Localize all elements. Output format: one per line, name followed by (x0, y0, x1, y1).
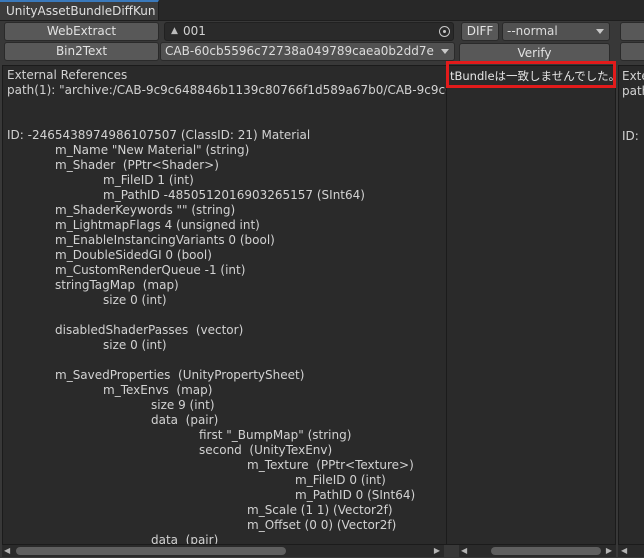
text-line: data (pair) (151, 533, 219, 545)
middle-text-panel[interactable]: tBundleは一致しませんでした。 (446, 65, 616, 545)
scroll-left-arrow-icon[interactable]: ◀ (461, 545, 467, 557)
text-line: size 9 (int) (151, 398, 215, 412)
middle-horizontal-scrollbar[interactable]: ◀ ▶ (459, 545, 616, 557)
text-line: size 0 (int) (103, 293, 167, 307)
chevron-down-icon (596, 29, 604, 34)
scroll-left-arrow-icon[interactable]: ◀ (4, 545, 10, 557)
text-line: m_EnableInstancingVariants 0 (bool) (55, 233, 275, 247)
text-line: m_TexEnvs (map) (103, 383, 213, 397)
right-toolbar-button[interactable] (620, 22, 644, 41)
text-line: m_PathID -4850512016903265157 (SInt64) (103, 188, 365, 202)
text-line: m_PathID 0 (SInt64) (295, 488, 416, 502)
webextract-button[interactable]: WebExtract (4, 22, 159, 41)
text-line: disabledShaderPasses (vector) (55, 323, 244, 337)
chevron-down-icon (441, 49, 449, 54)
search-field[interactable]: ▲ 001 (164, 22, 454, 41)
bin2text-button[interactable]: Bin2Text (4, 42, 159, 61)
cab-dropdown[interactable]: CAB-60cb5596c72738a049789caea0b2dd7e (160, 42, 455, 61)
text-line: m_ShaderKeywords "" (string) (55, 203, 236, 217)
text-line: m_Texture (PPtr<Texture>) (247, 458, 414, 472)
text-line: m_CustomRenderQueue -1 (int) (55, 263, 246, 277)
mode-dropdown[interactable]: --normal (502, 22, 610, 41)
text-line: path(1): "archive:/CAB-9c9c648846b1139c8… (7, 83, 458, 97)
text-line: m_Scale (1 1) (Vector2f) (247, 503, 393, 517)
text-line: m_SavedProperties (UnityPropertySheet) (55, 368, 305, 382)
tab-bar: UnityAssetBundleDiffKun (0, 0, 644, 21)
right-line-2: path (622, 84, 644, 98)
verify-button[interactable]: Verify (459, 43, 610, 63)
text-line: m_DoubleSidedGI 0 (bool) (55, 248, 212, 262)
text-line: m_LightmapFlags 4 (unsigned int) (55, 218, 260, 232)
text-line: m_Offset (0 0) (Vector2f) (247, 518, 397, 532)
left-hscroll-thumb[interactable] (16, 547, 286, 555)
text-line: ID: -2465438974986107507 (ClassID: 21) M… (7, 128, 311, 142)
scroll-right-arrow-icon[interactable]: ▶ (606, 545, 612, 557)
window-tab[interactable]: UnityAssetBundleDiffKun (0, 0, 159, 20)
search-value: 001 (183, 24, 206, 38)
right-text-panel[interactable]: Exte path ID: (618, 65, 644, 545)
object-icon: ▲ (171, 26, 178, 36)
right-toolbar-button-2[interactable] (620, 42, 644, 61)
text-line: m_Shader (PPtr<Shader>) (55, 158, 219, 172)
text-line: m_FileID 0 (int) (295, 473, 386, 487)
text-line: m_FileID 1 (int) (103, 173, 194, 187)
text-line: m_Name "New Material" (string) (55, 143, 250, 157)
text-line: second (UnityTexEnv) (199, 443, 333, 457)
highlight-box (446, 61, 616, 88)
scroll-right-arrow-icon[interactable]: ▶ (434, 545, 440, 557)
target-picker-dot (443, 30, 446, 33)
text-line: first "_BumpMap" (string) (199, 428, 352, 442)
text-line: size 0 (int) (103, 338, 167, 352)
scroll-left-arrow-icon[interactable]: ◀ (621, 545, 627, 557)
right-horizontal-scrollbar[interactable]: ◀ (618, 545, 644, 557)
text-line: stringTagMap (map) (55, 278, 179, 292)
middle-hscroll-thumb[interactable] (491, 547, 601, 555)
left-horizontal-scrollbar[interactable]: ◀ ▶ (2, 545, 444, 557)
text-line: External References (7, 68, 128, 82)
mode-value: --normal (507, 24, 558, 38)
left-text-panel[interactable]: External References path(1): "archive:/CA… (2, 65, 458, 545)
text-line: data (pair) (151, 413, 219, 427)
right-line-1: Exte (622, 69, 644, 83)
right-line-3: ID: (622, 129, 639, 143)
diff-button[interactable]: DIFF (461, 22, 499, 41)
cab-value: CAB-60cb5596c72738a049789caea0b2dd7e (165, 44, 434, 58)
